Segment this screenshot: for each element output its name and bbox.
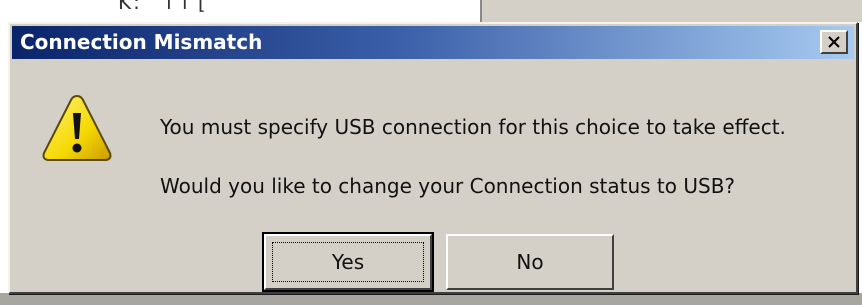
dialog-body: You must specify USB connection for this…: [12, 59, 854, 292]
warning-icon: [40, 91, 114, 165]
background-partial-text: K: ' l l [: [118, 0, 208, 14]
close-button[interactable]: [820, 30, 848, 54]
no-button[interactable]: No: [446, 234, 614, 290]
message-line-2: Would you like to change your Connection…: [160, 174, 736, 198]
background-bottom-edge: [0, 293, 862, 305]
message-line-1: You must specify USB connection for this…: [160, 115, 786, 139]
background-panel: [480, 0, 862, 22]
dialog-title: Connection Mismatch: [20, 30, 263, 54]
dialog-titlebar[interactable]: Connection Mismatch: [12, 26, 854, 59]
yes-button-label: Yes: [331, 250, 365, 274]
close-icon: [827, 35, 841, 49]
no-button-label: No: [516, 250, 544, 274]
connection-mismatch-dialog: Connection Mismatch You must specify USB…: [8, 22, 858, 294]
yes-button[interactable]: Yes: [262, 232, 434, 292]
